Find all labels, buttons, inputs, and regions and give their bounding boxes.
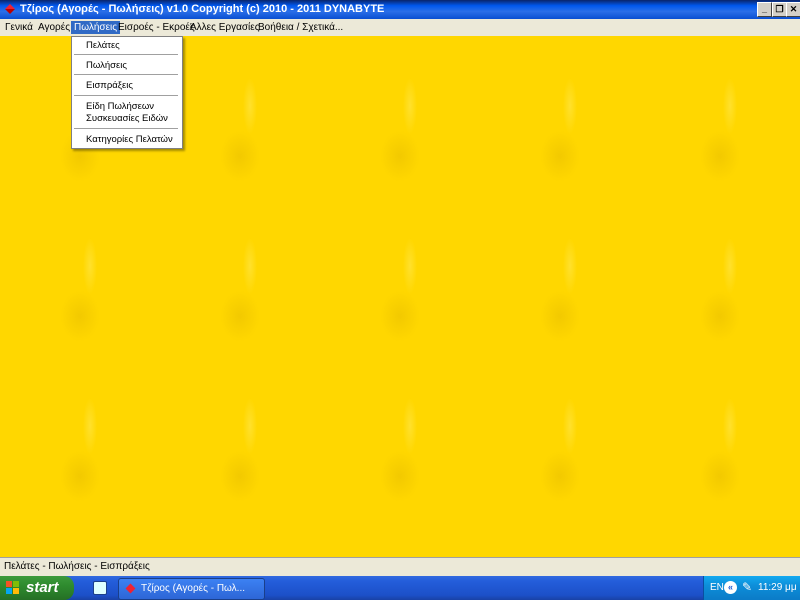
menu-other-tasks[interactable]: Άλλες Εργασίες (187, 21, 263, 34)
close-button[interactable]: ✕ (786, 2, 800, 17)
clock: 11:29 μμ (758, 582, 797, 593)
title-bar[interactable]: Τζίρος (Αγορές - Πωλήσεις) v1.0 Copyrigh… (0, 0, 800, 19)
sales-dropdown-menu: Πελάτες Πωλήσεις Εισπράξεις Είδη Πωλήσεω… (71, 36, 183, 149)
start-button[interactable]: start (0, 576, 74, 600)
menu-sales[interactable]: Πωλήσεις (71, 21, 121, 34)
menu-separator (74, 74, 178, 75)
menu-separator (74, 54, 178, 55)
taskbar: start Τζίρος (Αγορές - Πωλ... EN « ✎ 11:… (0, 576, 800, 600)
app-icon (125, 583, 136, 594)
minimize-button[interactable]: _ (757, 2, 772, 17)
menu-help-about[interactable]: Βοήθεια / Σχετικά... (255, 21, 346, 34)
menu-option-collections[interactable]: Εισπράξεις (86, 80, 133, 91)
language-indicator[interactable]: EN (710, 582, 724, 593)
menu-option-sales[interactable]: Πωλήσεις (86, 60, 127, 71)
system-tray: EN « ✎ 11:29 μμ (703, 576, 800, 600)
taskbar-app-button[interactable]: Τζίρος (Αγορές - Πωλ... (118, 578, 265, 600)
status-bar: Πελάτες - Πωλήσεις - Εισπράξεις (0, 557, 800, 577)
menu-option-sale-items[interactable]: Είδη Πωλήσεων (86, 101, 154, 112)
status-text: Πελάτες - Πωλήσεις - Εισπράξεις (4, 561, 150, 572)
tray-expand-icon[interactable]: « (724, 581, 737, 594)
start-label: start (26, 579, 59, 596)
menu-option-customer-categories[interactable]: Κατηγορίες Πελατών (86, 134, 173, 145)
menu-general[interactable]: Γενικά (2, 21, 36, 34)
menu-separator (74, 95, 178, 96)
menu-option-customers[interactable]: Πελάτες (86, 40, 120, 51)
windows-logo-icon (6, 581, 20, 595)
menu-bar: Γενικά Αγορές Πωλήσεις Εισροές - Εκροές … (0, 19, 800, 36)
menu-separator (74, 128, 178, 129)
app-icon (5, 4, 15, 14)
menu-option-packaging[interactable]: Συσκευασίες Ειδών (86, 113, 168, 124)
pen-icon[interactable]: ✎ (742, 580, 752, 594)
show-desktop-icon[interactable] (93, 581, 107, 595)
taskbar-app-label: Τζίρος (Αγορές - Πωλ... (141, 583, 245, 594)
menu-purchases[interactable]: Αγορές (35, 21, 73, 34)
restore-button[interactable]: ❐ (772, 2, 787, 17)
window-title: Τζίρος (Αγορές - Πωλήσεις) v1.0 Copyrigh… (20, 3, 385, 15)
menu-inflows-outflows[interactable]: Εισροές - Εκροές (115, 21, 198, 34)
